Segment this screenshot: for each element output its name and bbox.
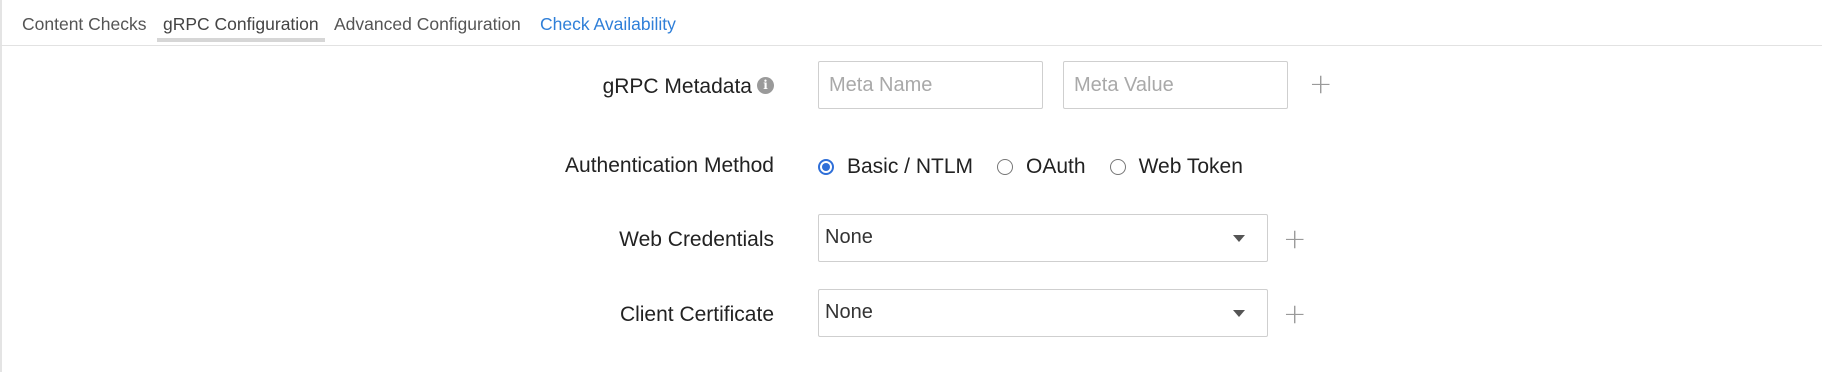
authentication-method-radio-group: Basic / NTLM OAuth Web Token xyxy=(818,152,1267,182)
radio-button[interactable] xyxy=(1109,159,1126,175)
caret-down-icon xyxy=(1233,310,1245,317)
tab-content-checks[interactable]: Content Checks xyxy=(22,13,147,35)
active-tab-indicator xyxy=(157,38,325,42)
add-web-credentials-plus-icon[interactable]: + xyxy=(1283,225,1306,253)
authentication-method-label: Authentication Method xyxy=(565,154,774,177)
add-client-certificate-plus-icon[interactable]: + xyxy=(1283,300,1306,328)
add-metadata-plus-icon[interactable]: + xyxy=(1309,70,1332,98)
radio-label-basic-ntlm: Basic / NTLM xyxy=(847,155,974,178)
radio-label-web-token: Web Token xyxy=(1138,155,1243,178)
radio-option-basic-ntlm[interactable]: Basic / NTLM xyxy=(818,155,973,179)
panel-left-border xyxy=(0,0,2,372)
client-certificate-select[interactable]: None xyxy=(818,289,1268,337)
radio-button-checked[interactable] xyxy=(818,159,834,175)
client-certificate-selected-value: None xyxy=(825,301,873,323)
grpc-metadata-row-label: gRPC Metadata i xyxy=(603,74,774,100)
tab-grpc-configuration[interactable]: gRPC Configuration xyxy=(163,13,319,35)
web-credentials-selected-value: None xyxy=(825,226,873,248)
meta-name-input[interactable] xyxy=(818,61,1043,109)
info-icon[interactable]: i xyxy=(757,76,774,94)
grpc-metadata-label: gRPC Metadata xyxy=(602,75,752,98)
tab-advanced-configuration[interactable]: Advanced Configuration xyxy=(334,13,521,35)
radio-button[interactable] xyxy=(997,159,1014,175)
tab-check-availability[interactable]: Check Availability xyxy=(540,13,676,35)
tab-bar: Content Checks gRPC Configuration Advanc… xyxy=(0,0,1822,46)
meta-value-input[interactable] xyxy=(1063,61,1288,109)
client-certificate-label: Client Certificate xyxy=(619,303,774,326)
caret-down-icon xyxy=(1233,235,1245,242)
web-credentials-label: Web Credentials xyxy=(619,228,774,251)
radio-option-oauth[interactable]: OAuth xyxy=(997,155,1086,179)
radio-label-oauth: OAuth xyxy=(1026,155,1086,178)
radio-option-web-token[interactable]: Web Token xyxy=(1109,155,1243,179)
web-credentials-select[interactable]: None xyxy=(818,214,1268,262)
